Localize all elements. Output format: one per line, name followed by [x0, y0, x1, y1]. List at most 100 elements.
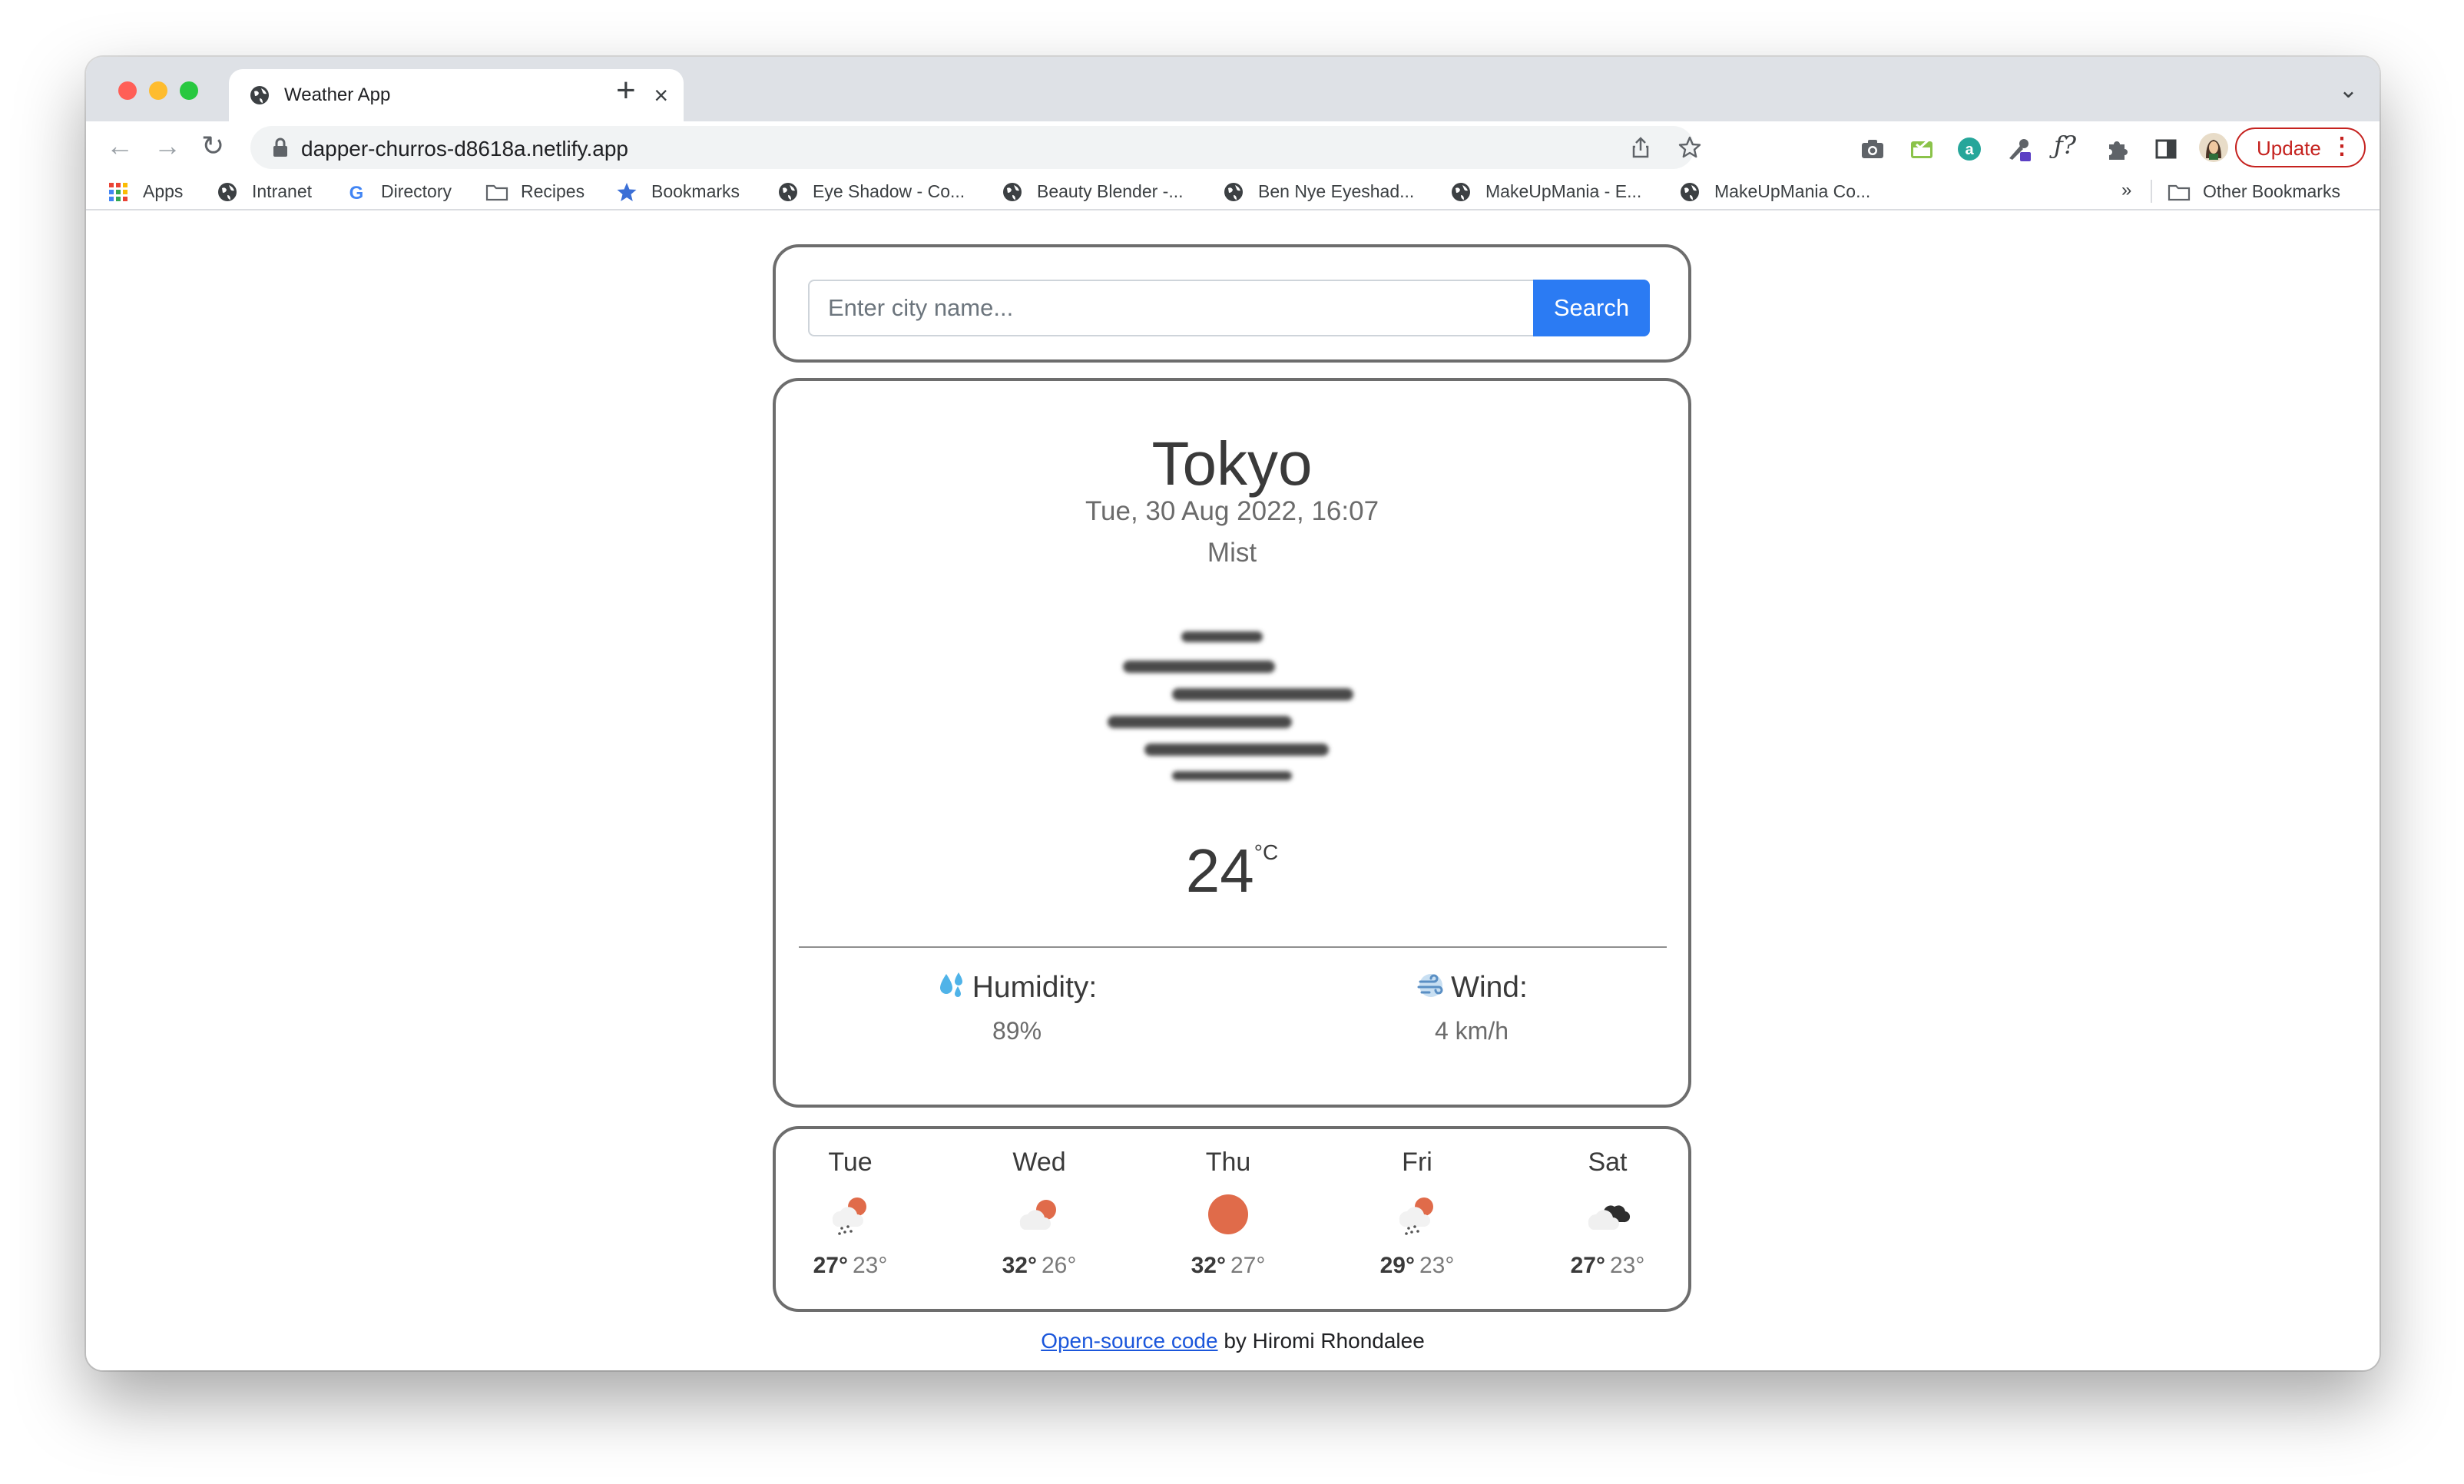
forecast-high: 29°	[1379, 1253, 1415, 1278]
bookmark-label: Recipes	[521, 181, 585, 201]
star-outline-icon[interactable]	[1677, 135, 1702, 160]
folder-icon	[2168, 184, 2191, 201]
close-window-button[interactable]	[118, 81, 137, 100]
sun-icon	[1208, 1194, 1248, 1234]
search-button[interactable]: Search	[1533, 280, 1650, 336]
divider	[799, 946, 1667, 948]
city-search-input[interactable]	[808, 280, 1535, 336]
cloud-dark-icon	[1588, 1205, 1631, 1230]
globe-icon	[779, 183, 797, 201]
wind-stat: Wind: 4 km/h	[1280, 971, 1664, 1045]
forecast-temps: 32° 27°	[1155, 1253, 1301, 1279]
forecast-day-name: Fri	[1402, 1148, 1432, 1177]
weather-condition: Mist	[1207, 538, 1257, 568]
zoom-window-button[interactable]	[180, 81, 198, 100]
google-icon: G	[349, 183, 364, 203]
bookmarks-bar: Apps Intranet G Directory Recipes Bookma…	[86, 174, 2380, 210]
globe-icon	[1003, 183, 1022, 201]
forecast-day: Thu 32° 27°	[1155, 1148, 1301, 1279]
wind-label: Wind:	[1451, 971, 1528, 1004]
star-icon	[617, 183, 637, 201]
url-text: dapper-churros-d8618a.netlify.app	[301, 137, 628, 161]
camera-icon[interactable]	[1859, 135, 1886, 163]
puzzle-icon[interactable]	[2103, 135, 2131, 163]
update-label: Update	[2257, 137, 2321, 160]
bookmark-label: Beauty Blender -...	[1037, 181, 1184, 201]
current-weather-card: Tokyo Tue, 30 Aug 2022, 16:07 Mist 24°C	[773, 378, 1691, 1108]
folder-icon	[485, 184, 508, 201]
forecast-day-name: Thu	[1205, 1148, 1251, 1177]
page-viewport: Search Tokyo Tue, 30 Aug 2022, 16:07 Mis…	[86, 210, 2380, 1370]
rain-sun-icon	[1399, 1197, 1433, 1235]
forecast-low: 23°	[1610, 1253, 1645, 1278]
globe-icon	[1681, 183, 1699, 201]
forecast-day-name: Tue	[828, 1148, 873, 1177]
forecast-high: 32°	[1002, 1253, 1037, 1278]
open-source-link[interactable]: Open-source code	[1041, 1329, 1217, 1353]
forecast-day-name: Wed	[1012, 1148, 1066, 1177]
date-time: Tue, 30 Aug 2022, 16:07	[1085, 496, 1379, 526]
forecast-low: 23°	[1419, 1253, 1455, 1278]
globe-icon	[218, 183, 237, 201]
forecast-high: 27°	[813, 1253, 848, 1278]
forecast-low: 23°	[853, 1253, 888, 1278]
bookmark-label: Bookmarks	[651, 181, 740, 201]
address-bar[interactable]: dapper-churros-d8618a.netlify.app	[250, 126, 1701, 169]
forecast-card: Tue 27° 23° Wed 32° 26° Thu 32° 27° Fri …	[773, 1126, 1691, 1312]
forecast-day-name: Sat	[1588, 1148, 1628, 1177]
rain-sun-icon	[832, 1197, 866, 1235]
globe-icon	[1452, 183, 1470, 201]
formula-icon[interactable]: ƒ?	[2054, 131, 2076, 160]
forecast-temps: 29° 23°	[1344, 1253, 1490, 1279]
cloud-sun-icon	[1019, 1200, 1056, 1230]
bookmark-label: Other Bookmarks	[2203, 181, 2340, 201]
forecast-temps: 32° 26°	[966, 1253, 1112, 1279]
browser-toolbar: ← → ↻ dapper-churros-d8618a.netlify.app	[86, 121, 2380, 174]
globe-icon	[1224, 183, 1243, 201]
temperature-unit: °C	[1254, 840, 1279, 864]
search-card: Search	[773, 244, 1691, 363]
forecast-day: Wed 32° 26°	[966, 1148, 1112, 1279]
bookmark-label: Intranet	[252, 181, 312, 201]
tab-title: Weather App	[284, 84, 391, 105]
new-tab-button[interactable]: +	[616, 74, 636, 108]
bookmark-label: Ben Nye Eyeshad...	[1258, 181, 1415, 201]
avatar[interactable]	[2198, 132, 2229, 163]
bookmark-label: Directory	[381, 181, 452, 201]
tab-strip: Weather App × + ⌄	[86, 57, 2380, 121]
back-button[interactable]: ←	[106, 131, 134, 161]
current-temperature: 24°C	[776, 836, 1688, 906]
humidity-heading: Humidity:	[825, 971, 1209, 1005]
eyedropper-icon[interactable]	[2005, 135, 2032, 163]
forecast-day: Sat 27° 23°	[1535, 1148, 1681, 1279]
forecast-high: 32°	[1191, 1253, 1226, 1278]
bookmark-label: MakeUpMania - E...	[1485, 181, 1642, 201]
minimize-window-button[interactable]	[149, 81, 167, 100]
humidity-value: 89%	[992, 1017, 1042, 1045]
forecast-day: Tue 27° 23°	[777, 1148, 923, 1279]
update-button[interactable]: Update ⋮	[2235, 128, 2366, 167]
svg-text:G: G	[349, 183, 364, 203]
globe-icon	[250, 86, 269, 104]
browser-window: Weather App × + ⌄ ← → ↻ dapper-churros-d…	[86, 57, 2380, 1370]
forecast-day: Fri 29° 23°	[1344, 1148, 1490, 1279]
humidity-label: Humidity:	[972, 971, 1098, 1004]
close-icon[interactable]: ×	[654, 80, 668, 111]
more-vert-icon: ⋮	[2330, 134, 2353, 159]
forecast-low: 27°	[1230, 1253, 1266, 1278]
footer: Open-source code by Hiromi Rhondalee	[86, 1329, 2380, 1353]
share-icon[interactable]	[1628, 135, 1653, 160]
a-circle-icon[interactable]: a	[1956, 135, 1983, 163]
wind-value: 4 km/h	[1434, 1017, 1509, 1045]
forward-button[interactable]: →	[154, 131, 181, 161]
chevron-down-icon[interactable]: ⌄	[2339, 77, 2358, 104]
reload-button[interactable]: ↻	[201, 131, 224, 161]
forecast-temps: 27° 23°	[777, 1253, 923, 1279]
bookmark-label: Apps	[143, 181, 184, 201]
forecast-low: 26°	[1042, 1253, 1077, 1278]
inbox-check-icon[interactable]	[1908, 135, 1936, 163]
humidity-stat: Humidity: 89%	[825, 971, 1209, 1045]
sidepanel-icon[interactable]	[2152, 135, 2180, 163]
bookmarks-divider	[2151, 180, 2152, 203]
bookmarks-overflow-button[interactable]: »	[2121, 180, 2131, 203]
